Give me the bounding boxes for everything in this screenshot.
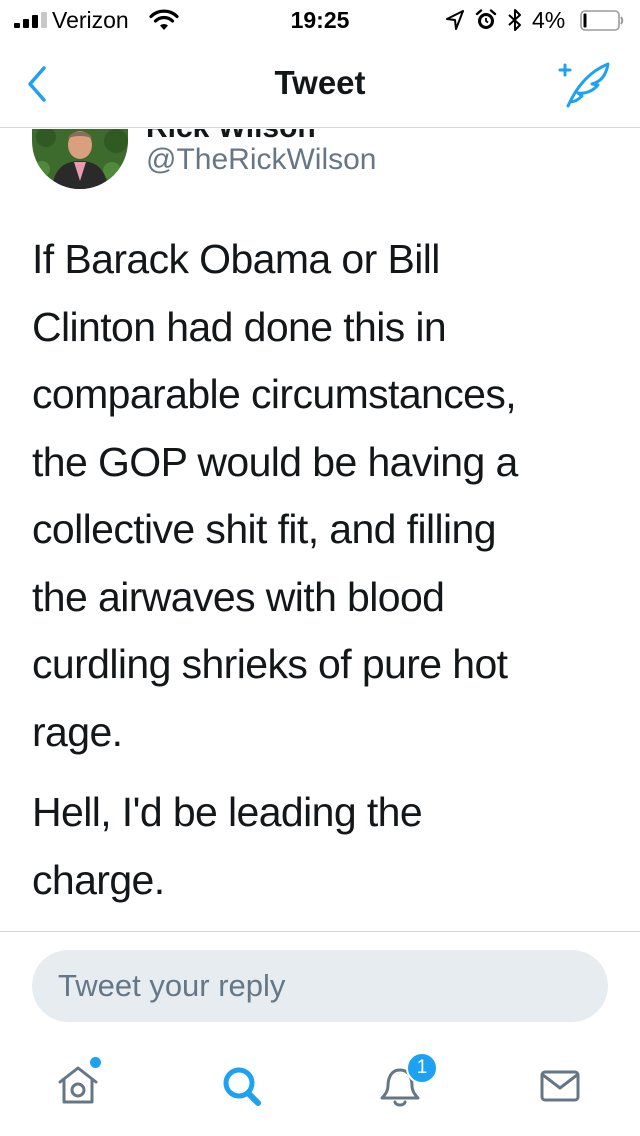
notification-badge: 1 [406,1052,438,1084]
battery-percent: 4% [532,7,566,33]
reply-input[interactable]: Tweet your reply [32,950,608,1022]
envelope-icon [540,1070,580,1102]
battery-icon [580,10,624,31]
tab-search[interactable] [210,1052,274,1116]
page-title: Tweet [274,64,366,101]
author-handle[interactable]: @TheRickWilson [146,143,377,177]
tweet-paragraph: Hell, I'd be leading the charge. [32,789,423,903]
tab-home[interactable] [46,1052,110,1116]
nav-bar: Tweet [0,40,640,128]
reply-placeholder: Tweet your reply [58,968,286,1003]
bluetooth-icon [508,9,521,31]
avatar[interactable] [32,129,128,189]
tab-messages[interactable] [528,1052,592,1116]
tab-bar: 1 [0,1040,640,1136]
divider [0,931,640,932]
tweet-paragraph: If Barack Obama or Bill Clinton had done… [32,236,518,755]
location-icon [446,10,464,30]
tweet-author: Rick Wilson @TheRickWilson [0,129,640,199]
status-bar: Verizon 19:25 4% [0,0,640,40]
search-icon [223,1067,261,1106]
tweet-text: If Barack Obama or Bill Clinton had done… [32,226,617,927]
tab-notifications[interactable]: 1 [368,1052,438,1116]
home-new-indicator [90,1057,101,1068]
compose-tweet-icon[interactable] [552,58,614,110]
alarm-icon [475,9,497,29]
